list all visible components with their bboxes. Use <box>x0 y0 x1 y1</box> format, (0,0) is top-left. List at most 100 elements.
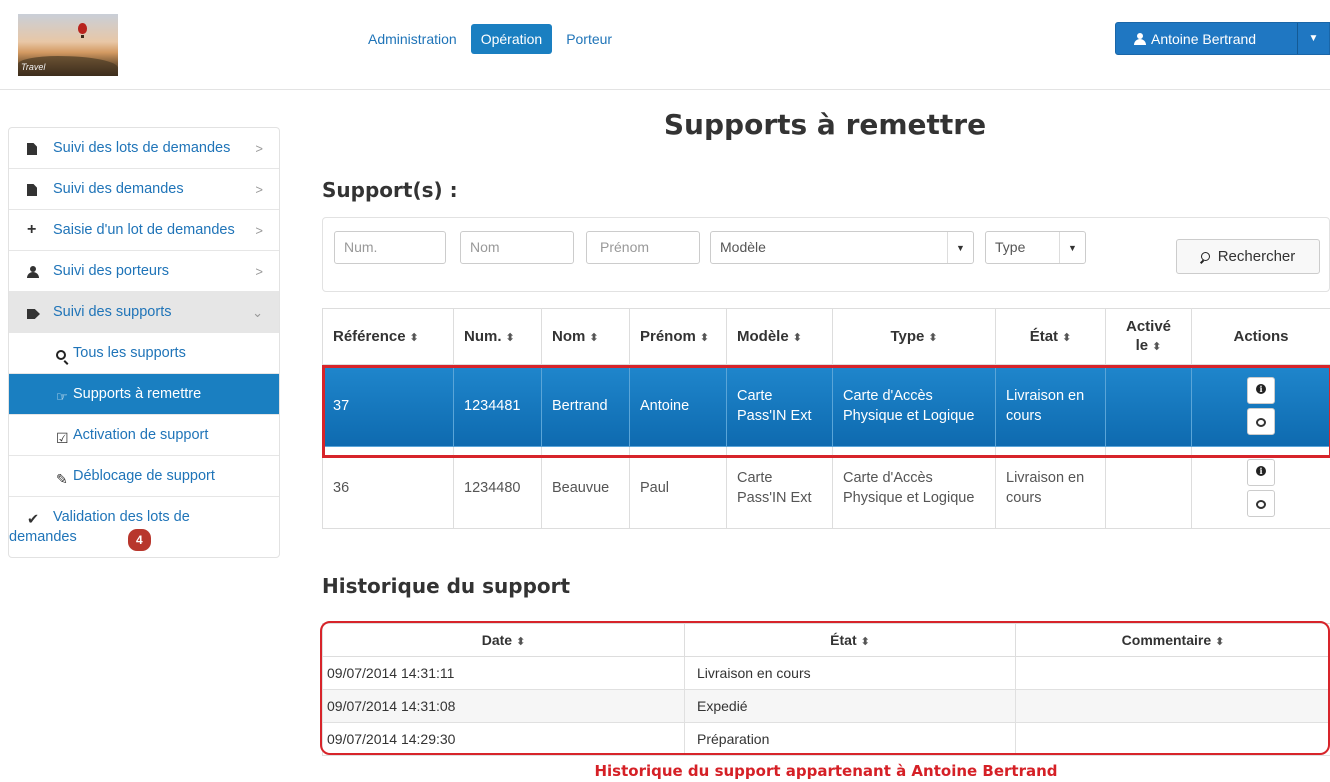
column-header-etat[interactable]: État ⬍ <box>995 308 1106 365</box>
table-row[interactable]: 36 1234480 Beauvue Paul Carte Pass'IN Ex… <box>322 446 1330 529</box>
cell-nom: Bertrand <box>541 364 630 447</box>
filter-panel: Num. Nom Prénom Modèle ▼ Type ▼ Recherch… <box>322 217 1330 292</box>
sidebar-item-label: Saisie d'un lot de demandes <box>53 222 235 238</box>
chevron-right-icon: > <box>255 182 263 197</box>
sort-icon: ⬍ <box>409 332 419 344</box>
hdd-icon <box>1256 417 1266 427</box>
cell-commentaire <box>1015 722 1330 756</box>
count-badge: 4 <box>128 529 151 551</box>
sort-icon: ⬍ <box>792 332 802 344</box>
sidebar-item-label: Suivi des supports <box>53 304 172 320</box>
cell-prenom: Antoine <box>629 364 727 447</box>
cell-active <box>1105 446 1192 529</box>
sidebar-item-label: Validation des lots de demandes <box>9 509 190 545</box>
cell-modele: Carte Pass'IN Ext <box>726 364 833 447</box>
checkmark-icon: ✔ <box>27 512 40 528</box>
cell-num: 1234481 <box>453 364 542 447</box>
table-row[interactable]: 37 1234481 Bertrand Antoine Carte Pass'I… <box>322 364 1330 447</box>
sidebar-subitem-label: Supports à remettre <box>73 386 202 402</box>
info-button[interactable]: i <box>1247 458 1275 486</box>
cell-etat: Préparation <box>684 722 1016 756</box>
info-icon: i <box>1256 465 1266 476</box>
sidebar-subitem-label: Tous les supports <box>73 345 186 361</box>
sort-icon: ⬍ <box>928 332 938 344</box>
file-icon <box>27 182 41 196</box>
cell-num: 1234480 <box>453 446 542 529</box>
search-icon <box>1200 252 1210 261</box>
history-row: 09/07/2014 14:31:08 Expedié <box>322 689 1330 723</box>
nav-porteur[interactable]: Porteur <box>556 24 622 54</box>
chevron-right-icon: > <box>255 223 263 238</box>
check-square-icon: ☑ <box>56 430 69 446</box>
user-menu-button[interactable]: Antoine Bertrand ▼ <box>1115 22 1330 55</box>
annotation-caption: Historique du support appartenant à Anto… <box>594 762 1058 780</box>
cell-actions: i <box>1191 364 1330 447</box>
column-header-modele[interactable]: Modèle ⬍ <box>726 308 833 365</box>
nav-operation[interactable]: Opération <box>470 24 553 54</box>
sidebar-subitem-deblocage[interactable]: ✎ Déblocage de support <box>9 456 279 497</box>
user-button-main[interactable]: Antoine Bertrand <box>1116 23 1297 54</box>
sort-icon: ⬍ <box>505 332 515 344</box>
hand-pointer-icon: ☞ <box>56 389 68 404</box>
chevron-right-icon: > <box>255 264 263 279</box>
info-icon: i <box>1256 383 1266 394</box>
sort-icon: ⬍ <box>589 332 599 344</box>
sidebar-item-suivi-porteurs[interactable]: Suivi des porteurs > <box>9 251 279 292</box>
sort-icon: ⬍ <box>1152 340 1162 353</box>
logo-text: Travel <box>21 62 46 72</box>
cell-actions: i <box>1191 446 1330 529</box>
history-header-row: Date ⬍ État ⬍ Commentaire ⬍ <box>322 623 1330 657</box>
column-header-etat[interactable]: État ⬍ <box>684 623 1016 657</box>
cell-modele: Carte Pass'IN Ext <box>726 446 833 529</box>
type-select[interactable]: Type ▼ <box>985 231 1086 264</box>
cell-etat: Livraison en cours <box>995 446 1106 529</box>
plus-icon: + <box>27 221 37 238</box>
sidebar: Suivi des lots de demandes > Suivi des d… <box>8 127 280 558</box>
sort-icon: ⬍ <box>860 636 870 648</box>
num-input[interactable]: Num. <box>334 231 446 264</box>
logo[interactable]: Travel <box>18 14 118 76</box>
sidebar-subitem-activation[interactable]: ☑ Activation de support <box>9 415 279 456</box>
column-header-reference[interactable]: Référence ⬍ <box>322 308 454 365</box>
column-header-actions: Actions <box>1191 308 1330 365</box>
modele-select[interactable]: Modèle ▼ <box>710 231 974 264</box>
sort-icon: ⬍ <box>516 636 526 648</box>
column-header-prenom[interactable]: Prénom ⬍ <box>629 308 727 365</box>
column-header-num[interactable]: Num. ⬍ <box>453 308 542 365</box>
sidebar-item-saisie-lot[interactable]: + Saisie d'un lot de demandes > <box>9 210 279 251</box>
cell-etat: Livraison en cours <box>684 656 1016 690</box>
prenom-input[interactable]: Prénom <box>586 231 700 264</box>
search-button[interactable]: Rechercher <box>1176 239 1320 274</box>
sidebar-subitem-tous-supports[interactable]: Tous les supports <box>9 333 279 374</box>
chevron-right-icon: > <box>255 141 263 156</box>
user-dropdown-toggle[interactable]: ▼ <box>1297 23 1329 54</box>
column-header-active[interactable]: Activé le ⬍ <box>1105 308 1192 365</box>
history-heading: Historique du support <box>322 574 571 598</box>
cell-reference: 36 <box>322 446 454 529</box>
history-row: 09/07/2014 14:31:11 Livraison en cours <box>322 656 1330 690</box>
deliver-button[interactable] <box>1247 407 1275 435</box>
cell-date: 09/07/2014 14:29:30 <box>322 722 685 756</box>
column-header-nom[interactable]: Nom ⬍ <box>541 308 630 365</box>
column-header-date[interactable]: Date ⬍ <box>322 623 685 657</box>
cell-date: 09/07/2014 14:31:11 <box>322 656 685 690</box>
info-button[interactable]: i <box>1247 376 1275 404</box>
column-header-commentaire[interactable]: Commentaire ⬍ <box>1015 623 1330 657</box>
file-icon <box>27 141 41 155</box>
sidebar-item-validation-lots[interactable]: ✔ Validation des lots de demandes 4 <box>9 497 279 557</box>
select-arrow-icon: ▼ <box>1059 232 1085 263</box>
balloon-image <box>78 23 87 34</box>
wrench-icon: ✎ <box>56 471 68 487</box>
sidebar-item-suivi-lots[interactable]: Suivi des lots de demandes > <box>9 128 279 169</box>
nom-input[interactable]: Nom <box>460 231 574 264</box>
column-header-type[interactable]: Type ⬍ <box>832 308 996 365</box>
sidebar-item-suivi-supports[interactable]: Suivi des supports ⌄ <box>9 292 279 333</box>
sidebar-subitem-label: Déblocage de support <box>73 468 215 484</box>
deliver-button[interactable] <box>1247 489 1275 517</box>
nav-administration[interactable]: Administration <box>358 24 467 54</box>
sidebar-item-suivi-demandes[interactable]: Suivi des demandes > <box>9 169 279 210</box>
cell-etat: Livraison en cours <box>995 364 1106 447</box>
cell-type: Carte d'Accès Physique et Logique <box>832 446 996 529</box>
sidebar-subitem-supports-remettre[interactable]: ☞ Supports à remettre <box>9 374 279 415</box>
sidebar-subitem-label: Activation de support <box>73 427 209 443</box>
